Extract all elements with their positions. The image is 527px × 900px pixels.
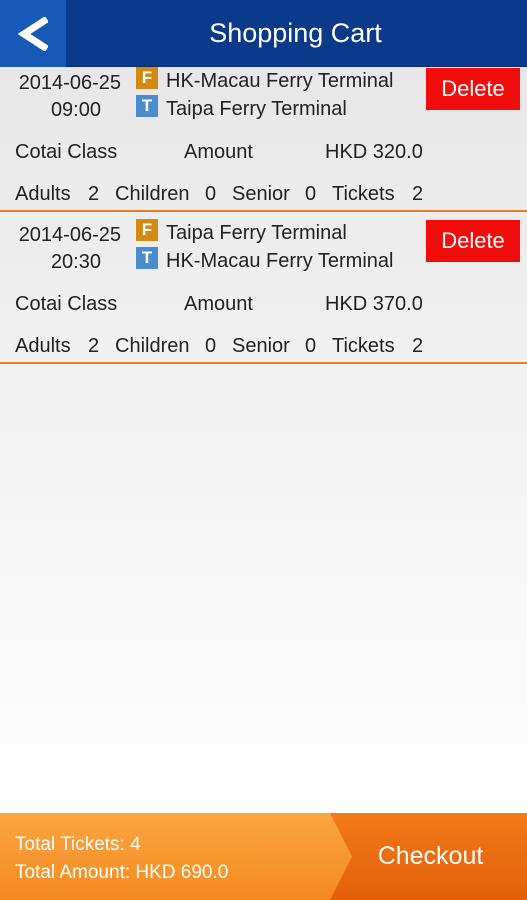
ferry-class: Cotai Class [15,293,118,315]
checkout-label: Checkout [377,842,484,870]
from-badge-icon: F [136,219,158,241]
amount-label: Amount [184,293,253,315]
cart-list: 2014-06-25 09:00 F T HK-Macau Ferry Term… [0,67,527,813]
children-count: 0 [205,183,217,205]
cart-item: 2014-06-25 09:00 F T HK-Macau Ferry Term… [0,67,527,212]
children-label: Children [115,183,190,205]
app-header: Shopping Cart [0,0,527,67]
passenger-row: Adults 2 Children 0 Senior 0 Tickets 2 [0,335,527,359]
from-terminal: HK-Macau Ferry Terminal [166,70,394,92]
page-title: Shopping Cart [209,18,382,48]
checkout-button[interactable]: Checkout [330,813,527,900]
totals-summary: Total Tickets: 4 Total Amount: HKD 690.0 [15,831,228,887]
to-terminal: Taipa Ferry Terminal [166,98,347,120]
to-badge-icon: T [136,247,158,269]
children-count: 0 [205,335,217,357]
adults-label: Adults [15,335,71,357]
senior-label: Senior [232,183,290,205]
to-terminal: HK-Macau Ferry Terminal [166,250,394,272]
from-terminal: Taipa Ferry Terminal [166,222,347,244]
back-button[interactable] [0,0,66,67]
tickets-label: Tickets [332,183,395,205]
trip-time: 09:00 [50,99,101,121]
passenger-row: Adults 2 Children 0 Senior 0 Tickets 2 [0,183,527,207]
tickets-label: Tickets [332,335,395,357]
adults-label: Adults [15,183,71,205]
tickets-count: 2 [412,335,424,357]
trip-date: 2014-06-25 [18,224,121,246]
to-badge-icon: T [136,95,158,117]
adults-count: 2 [88,335,100,357]
amount-label: Amount [184,141,253,163]
amount-value: HKD 370.0 [325,293,423,315]
cart-item: 2014-06-25 20:30 F T Taipa Ferry Termina… [0,219,527,364]
delete-button[interactable]: Delete [426,68,520,110]
amount-value: HKD 320.0 [325,141,423,163]
tickets-count: 2 [412,183,424,205]
senior-label: Senior [232,335,290,357]
trip-time: 20:30 [50,251,101,273]
class-amount-row: Cotai Class Amount HKD 320.0 [0,141,527,165]
class-amount-row: Cotai Class Amount HKD 370.0 [0,293,527,317]
senior-count: 0 [305,183,317,205]
total-tickets: Total Tickets: 4 [15,834,141,855]
from-badge-icon: F [136,67,158,89]
total-amount: Total Amount: HKD 690.0 [15,862,229,883]
delete-button[interactable]: Delete [426,220,520,262]
children-label: Children [115,335,190,357]
trip-date: 2014-06-25 [18,72,121,94]
ferry-class: Cotai Class [15,141,118,163]
senior-count: 0 [305,335,317,357]
adults-count: 2 [88,183,100,205]
chevron-left-icon [18,16,48,51]
cart-footer: Total Tickets: 4 Total Amount: HKD 690.0… [0,813,527,900]
